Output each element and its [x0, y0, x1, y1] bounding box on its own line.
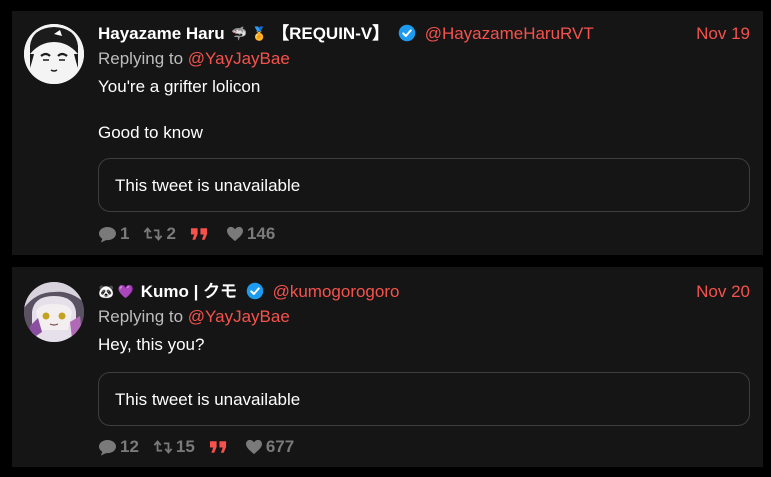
replying-prefix: Replying to [98, 49, 184, 68]
retweet-icon [144, 227, 163, 241]
heart-icon [226, 226, 243, 242]
user-handle[interactable]: @kumogorogoro [273, 282, 400, 301]
avatar[interactable] [24, 282, 84, 342]
speech-bubble-icon [99, 226, 116, 243]
avatar-image [24, 24, 84, 84]
quoted-tweet-card[interactable]: This tweet is unavailable [98, 372, 750, 426]
quote-button[interactable] [209, 440, 231, 454]
reply-count: 12 [120, 437, 139, 456]
verified-badge-icon [398, 24, 416, 42]
tweet-date[interactable]: Nov 20 [696, 281, 750, 303]
retweet-icon [153, 440, 173, 454]
retweet-button[interactable]: 2 [143, 224, 176, 244]
tweet-content: Hayazame Haru 🦈 🏅 【REQUIN-V】 @HayazameHa… [98, 23, 750, 245]
tweet-header: 🐼 💜 Kumo | クモ @kumogorogoro Nov 20 [98, 281, 750, 303]
replying-prefix: Replying to [98, 307, 184, 326]
reply-button[interactable]: 1 [98, 224, 129, 244]
name-emojis: 🦈 🏅 [231, 26, 268, 41]
display-name[interactable]: Kumo | クモ [141, 282, 237, 301]
display-name[interactable]: Hayazame Haru [98, 24, 225, 43]
display-name-suffix[interactable]: 【REQUIN-V】 [272, 24, 389, 43]
reply-count: 1 [120, 224, 130, 243]
like-count: 146 [246, 224, 276, 243]
like-count: 677 [265, 437, 295, 456]
avatar[interactable] [24, 24, 84, 84]
verified-badge-icon [246, 282, 264, 300]
tweet-card[interactable]: Hayazame Haru 🦈 🏅 【REQUIN-V】 @HayazameHa… [12, 11, 763, 255]
tweet-paragraph: You're a grifter lolicon [98, 77, 261, 96]
replying-to: Replying to @YayJayBae [98, 306, 750, 328]
retweet-button[interactable]: 15 [153, 437, 195, 457]
tweet-feed: Hayazame Haru 🦈 🏅 【REQUIN-V】 @HayazameHa… [0, 0, 771, 477]
tweet-header: Hayazame Haru 🦈 🏅 【REQUIN-V】 @HayazameHa… [98, 23, 750, 45]
tweet-date[interactable]: Nov 19 [696, 23, 750, 45]
like-button[interactable]: 677 [245, 437, 294, 457]
tweet-paragraph: Hey, this you? [98, 335, 205, 354]
tweet-text: You're a grifter lolicon Good to know [98, 76, 750, 144]
replying-handle-link[interactable]: @YayJayBae [188, 307, 290, 326]
replying-to: Replying to @YayJayBae [98, 48, 750, 70]
quote-marks-icon [209, 441, 226, 453]
name-emojis: 🐼 💜 [98, 284, 134, 299]
quoted-tweet-card[interactable]: This tweet is unavailable [98, 158, 750, 212]
quote-button[interactable] [190, 227, 212, 241]
tweet-paragraph: Good to know [98, 123, 203, 142]
like-button[interactable]: 146 [226, 224, 275, 244]
tweet-content: 🐼 💜 Kumo | クモ @kumogorogoro Nov 20 Reply… [98, 281, 750, 458]
tweet-text: Hey, this you? [98, 334, 750, 356]
avatar-image [24, 282, 84, 342]
tweet-actions: 1 2 146 [98, 223, 750, 245]
tweet-card[interactable]: 🐼 💜 Kumo | クモ @kumogorogoro Nov 20 Reply… [12, 267, 763, 467]
speech-bubble-icon [99, 439, 116, 456]
replying-handle-link[interactable]: @YayJayBae [188, 49, 290, 68]
tweet-actions: 12 15 677 [98, 436, 750, 458]
reply-button[interactable]: 12 [98, 437, 139, 457]
retweet-count: 15 [175, 437, 195, 456]
quote-marks-icon [190, 228, 208, 240]
retweet-count: 2 [166, 224, 176, 243]
user-handle[interactable]: @HayazameHaruRVT [425, 24, 594, 43]
heart-icon [245, 439, 262, 455]
